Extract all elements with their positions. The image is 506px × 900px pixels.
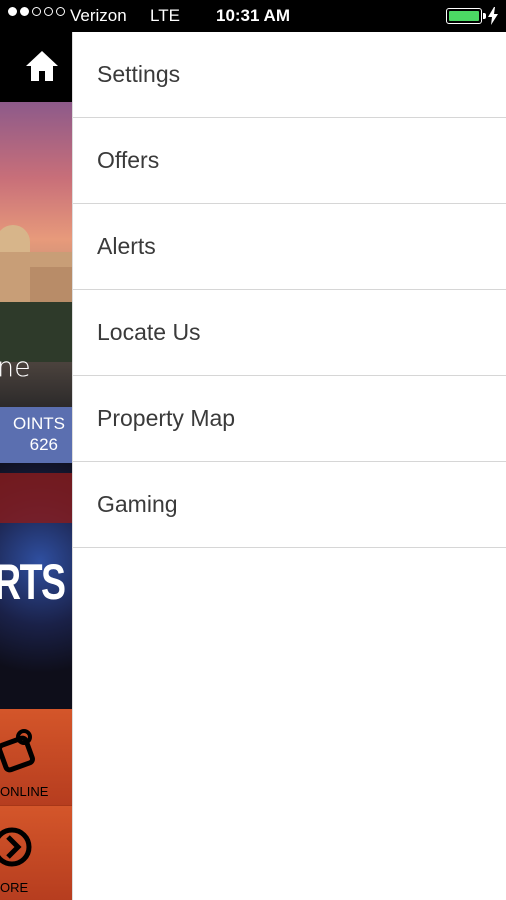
hero-image[interactable]: ne: [0, 102, 72, 407]
more-tile[interactable]: ORE: [0, 805, 72, 900]
gift-icon: [0, 729, 35, 773]
background-home-screen: ne OINTS 626 RTS ONLINE ORE: [0, 32, 72, 900]
menu-item-offers[interactable]: Offers: [73, 118, 506, 204]
menu-item-gaming[interactable]: Gaming: [73, 462, 506, 548]
points-tile[interactable]: OINTS 626: [0, 407, 72, 463]
menu-item-alerts[interactable]: Alerts: [73, 204, 506, 290]
home-button[interactable]: [0, 32, 72, 102]
online-tile-label: ONLINE: [0, 784, 49, 799]
battery-icon: [446, 8, 486, 24]
hero-script-text: ne: [0, 352, 31, 383]
alerts-tile-text: RTS: [0, 554, 66, 610]
points-label: OINTS: [13, 414, 65, 433]
alerts-tile[interactable]: RTS: [0, 463, 72, 709]
menu-item-settings[interactable]: Settings: [73, 32, 506, 118]
clock: 10:31 AM: [215, 6, 290, 25]
charging-bolt-icon: [488, 7, 498, 25]
online-tile[interactable]: ONLINE: [0, 709, 72, 805]
points-value: 626: [29, 435, 58, 454]
menu-item-property-map[interactable]: Property Map: [73, 376, 506, 462]
menu-item-locate-us[interactable]: Locate Us: [73, 290, 506, 376]
chevron-right-circle-icon: [0, 827, 32, 867]
side-menu-drawer: Settings Offers Alerts Locate Us Propert…: [72, 32, 506, 900]
status-bar: Verizon LTE 10:31 AM: [0, 0, 506, 32]
more-tile-label: ORE: [0, 880, 29, 895]
home-icon: [26, 51, 58, 81]
